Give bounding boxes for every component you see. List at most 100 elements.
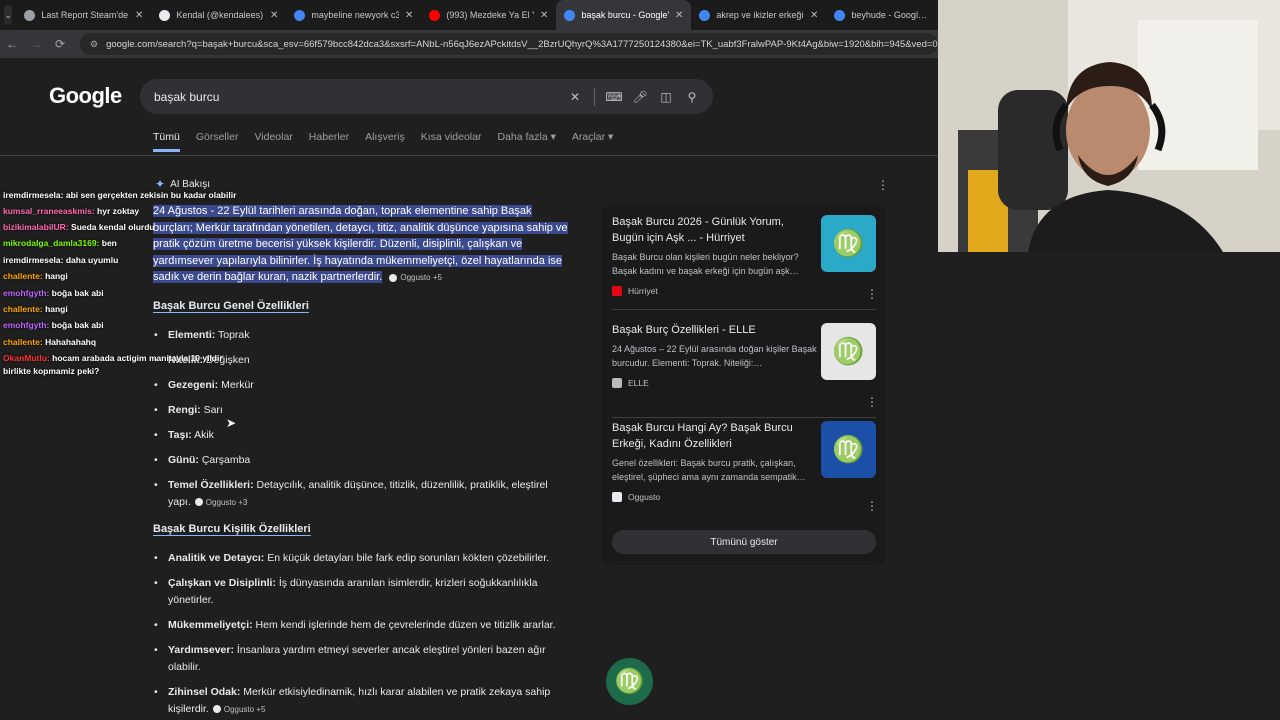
search-icon[interactable]: ⚲ — [679, 90, 705, 104]
reload-icon[interactable]: ⟳ — [48, 37, 72, 51]
tab-search-icon[interactable]: ⌄ — [4, 5, 13, 25]
url-field[interactable]: ⚙ google.com/search?q=başak+burcu&sca_es… — [80, 33, 938, 55]
tab-title: akrep ve ikizler erkeği u… — [716, 10, 804, 20]
general-trait-item: Temel Özellikleri: Detaycılık, analitik … — [154, 477, 568, 512]
source-chip-label: Oggusto +5 — [223, 704, 266, 714]
result-thumbnail[interactable]: ♍ — [821, 215, 876, 272]
back-icon[interactable]: ← — [0, 37, 24, 51]
site-info-icon[interactable]: ⚙ — [90, 39, 98, 50]
chat-message: emohfgyth: boğa bak abi — [3, 320, 104, 330]
browser-tab[interactable]: (993) Mezdeke Ya El Yeli… ✕ — [421, 0, 556, 30]
browser-tab[interactable]: maybeline newyork c36 … ✕ — [286, 0, 421, 30]
virgo-symbol-icon: ♍ — [832, 434, 865, 464]
search-tab[interactable]: Videolar — [254, 131, 292, 152]
forward-icon[interactable]: → — [24, 37, 48, 51]
result-title[interactable]: Başak Burcu Hangi Ay? Başak Burcu Erkeği… — [612, 420, 817, 452]
result-thumbnail[interactable]: ♍ — [821, 421, 876, 478]
virgo-symbol-icon: ♍ — [832, 228, 865, 258]
search-tab[interactable]: Kısa videolar — [421, 131, 482, 152]
chat-message: challente: hangi — [3, 304, 68, 314]
search-tab[interactable]: Haberler — [309, 131, 349, 152]
tab-favicon-icon — [564, 9, 576, 21]
chat-text: boğa bak abi — [51, 288, 104, 298]
result-more-icon[interactable]: ⋮ — [866, 499, 878, 513]
chat-message: bizikimalabilUR: Sueda kendal olurdu — [3, 222, 155, 232]
chat-username: challente: — [3, 271, 43, 281]
tab-close-icon[interactable]: ✕ — [675, 10, 683, 21]
section-heading-personality: Başak Burcu Kişilik Özellikleri — [153, 523, 311, 535]
result-source-name: Hürriyet — [628, 286, 658, 296]
tab-favicon-icon — [294, 9, 306, 21]
personality-trait-item: Analitik ve Detaycı: En küçük detayları … — [154, 550, 573, 567]
google-logo[interactable]: Google — [49, 83, 122, 109]
browser-tab[interactable]: Kendal (@kendalees) | Ti… ✕ — [151, 0, 286, 30]
result-thumbnail[interactable]: ♍ — [821, 323, 876, 380]
address-bar-row: ← → ⟳ ⚙ google.com/search?q=başak+burcu&… — [0, 30, 938, 58]
result-more-icon[interactable]: ⋮ — [866, 395, 878, 409]
ai-more-icon[interactable]: ⋮ — [877, 178, 889, 192]
trait-key: Analitik ve Detaycı: — [168, 552, 265, 564]
browser-tab[interactable]: Last Report Steam'de %3… ✕ — [16, 0, 151, 30]
search-nav-tabs: Tümü Görseller Videolar Haberler Alışveriş Kı… — [153, 131, 629, 152]
chat-username: challente: — [3, 337, 43, 347]
chat-text: hangi — [45, 271, 68, 281]
chat-username: iremdirmesela: — [3, 190, 64, 200]
source-chip[interactable]: Oggusto +5 — [389, 270, 442, 287]
tab-title: başak burcu - Google'da … — [581, 10, 669, 20]
search-tab[interactable]: Tümü — [153, 131, 180, 152]
search-box[interactable]: başak burcu ✕ ⌨ 🎤︎ ◫ ⚲ — [140, 79, 713, 114]
clear-icon[interactable]: ✕ — [562, 90, 588, 104]
webcam-overlay — [938, 0, 1280, 252]
virgo-icon: ♍ — [614, 668, 645, 695]
chat-text: abi sen gerçekten zekisin bu kadar olabi… — [65, 190, 237, 200]
browser-tab[interactable]: başak burcu - Google'da … ✕ — [556, 0, 692, 30]
trait-value: Akik — [191, 429, 214, 441]
result-snippet: Genel özellikleri: Başak burcu pratik, ç… — [612, 458, 806, 482]
lens-icon[interactable]: ◫ — [653, 90, 679, 104]
result-snippet: Başak Burcu olan kişileri bugün neler be… — [612, 252, 799, 276]
tab-close-icon[interactable]: ✕ — [135, 10, 143, 21]
chat-message: birlikte kopmamiz peki? — [3, 366, 99, 376]
tab-title: beyhude - Googl… — [851, 10, 927, 20]
result-title[interactable]: Başak Burcu 2026 - Günlük Yorum, Bugün i… — [612, 214, 817, 246]
tab-favicon-icon — [429, 9, 441, 21]
show-all-button[interactable]: Tümünü göster — [612, 530, 876, 554]
search-tab[interactable]: Daha fazla ▾ — [497, 131, 555, 152]
microphone-icon[interactable]: 🎤︎ — [627, 90, 653, 104]
virgo-fab-button[interactable]: ♍ — [606, 658, 653, 705]
general-trait-item: Günü: Çarşamba — [154, 452, 568, 469]
search-tab[interactable]: Görseller — [196, 131, 239, 152]
tab-title: Last Report Steam'de %3… — [41, 10, 129, 20]
tab-close-icon[interactable]: ✕ — [270, 10, 278, 21]
tab-close-icon[interactable]: ✕ — [810, 10, 818, 21]
general-trait-item: Gezegeni: Merkür — [154, 377, 568, 394]
ai-overview-header: ✦ AI Bakışı — [155, 177, 210, 191]
source-chip-label: Oggusto +3 — [205, 497, 248, 507]
source-chip[interactable]: Oggusto +5 — [212, 702, 266, 719]
search-input[interactable]: başak burcu — [154, 90, 562, 104]
search-tab[interactable]: Araçlar ▾ — [572, 131, 613, 152]
trait-key: Gezegeni: — [168, 379, 219, 391]
chat-username: iremdirmesela: — [3, 255, 64, 265]
trait-key: Temel Özellikleri: — [168, 479, 254, 491]
chat-text: boğa bak abi — [51, 320, 104, 330]
chat-text: hocam arabada actigim manitayla 10 yildi… — [52, 353, 223, 363]
trait-value: Çarşamba — [198, 454, 251, 466]
tab-close-icon[interactable]: ✕ — [540, 10, 548, 21]
tab-close-icon[interactable]: ✕ — [405, 10, 413, 21]
virgo-symbol-icon: ♍ — [832, 336, 865, 366]
source-chip[interactable]: Oggusto +3 — [194, 495, 248, 512]
trait-key: Zihinsel Odak: — [168, 686, 241, 698]
keyboard-icon[interactable]: ⌨ — [601, 90, 627, 104]
search-tab[interactable]: Alışveriş — [365, 131, 405, 152]
result-more-icon[interactable]: ⋮ — [866, 287, 878, 301]
chat-username: emohfgyth: — [3, 288, 50, 298]
trait-key: Çalışkan ve Disiplinli: — [168, 577, 276, 589]
browser-tab[interactable]: beyhude - Googl…✕ — [826, 0, 938, 30]
chat-message: challente: hangi — [3, 271, 68, 281]
browser-tab[interactable]: akrep ve ikizler erkeği u… ✕ — [691, 0, 826, 30]
mouse-cursor-icon: ➤ — [226, 416, 237, 430]
tab-title: (993) Mezdeke Ya El Yeli… — [446, 10, 534, 20]
result-title[interactable]: Başak Burç Özellikleri - ELLE — [612, 322, 817, 338]
result-source: Oggusto — [612, 492, 882, 502]
